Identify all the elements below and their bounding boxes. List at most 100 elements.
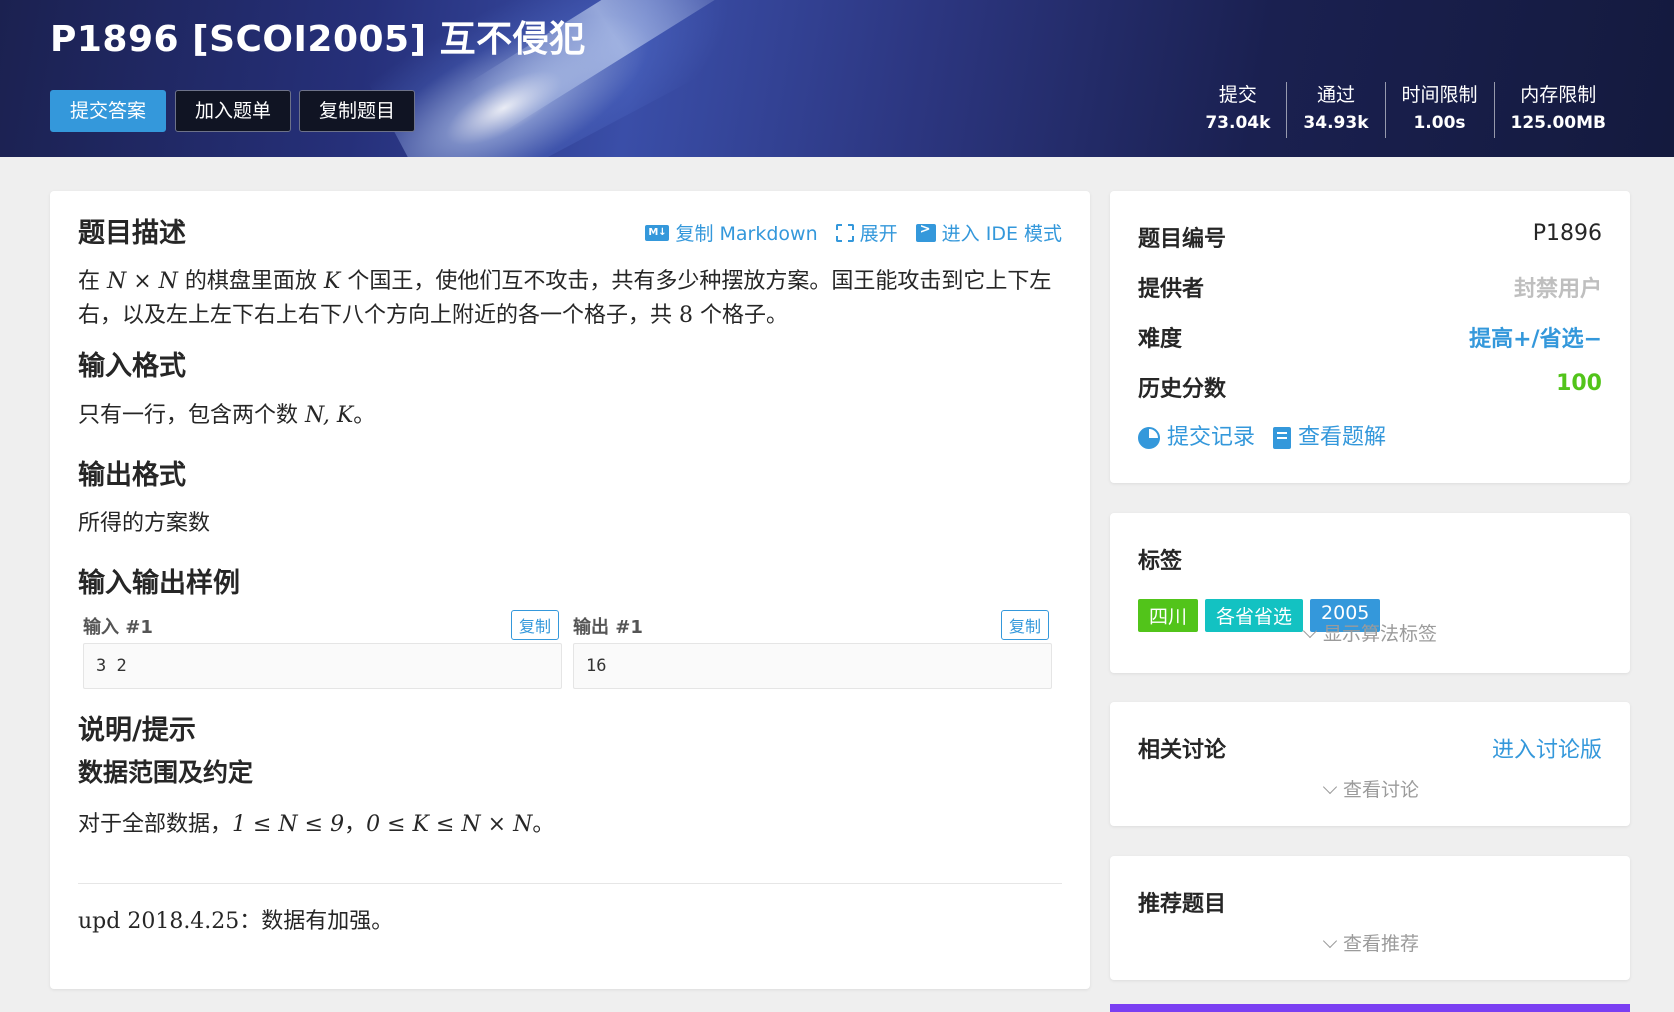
input-format-text: 只有一行，包含两个数 N, K。	[78, 399, 375, 433]
stat-value: 1.00s	[1413, 113, 1466, 133]
tags-heading: 标签	[1138, 549, 1183, 574]
text-run: 在	[78, 269, 107, 294]
math-expr: 0 ≤ K ≤ N × N	[366, 812, 533, 837]
copy-problem-button[interactable]: 复制题目	[299, 90, 415, 132]
problem-title: P1896 [SCOI2005] 互不侵犯	[50, 19, 586, 60]
copy-markdown-label: 复制 Markdown	[675, 223, 818, 245]
data-range-text: 对于全部数据，1 ≤ N ≤ 9，0 ≤ K ≤ N × N。	[78, 808, 554, 842]
terminal-icon	[915, 222, 936, 242]
text-run: ：数据有加强。	[239, 909, 394, 934]
info-links: 提交记录 查看题解	[1138, 419, 1386, 451]
history-score-label: 历史分数	[1138, 377, 1227, 402]
description-text: 在 N × N 的棋盘里面放 K 个国王，使他们互不攻击，共有多少种摆放方案。国…	[78, 265, 1068, 333]
markdown-icon: M↓	[645, 224, 670, 241]
chevron-down-icon	[1302, 623, 1318, 639]
chevron-down-icon	[1322, 779, 1338, 795]
problem-id-value: P1896	[1532, 221, 1602, 246]
text-run: 右，以及左上左下右上右下八个方向上附近的各一个格子，共	[78, 303, 679, 328]
recommend-heading: 推荐题目	[1138, 892, 1227, 917]
copy-sample-output-button[interactable]: 复制	[1001, 610, 1050, 640]
stat-accepted: 通过 34.93k	[1286, 82, 1384, 138]
ide-mode-label: 进入 IDE 模式	[941, 223, 1062, 245]
stat-label: 内存限制	[1520, 84, 1597, 106]
text-run: 对于全部数据，	[78, 812, 233, 837]
expand-button[interactable]: 展开	[835, 219, 898, 246]
math-var: N, K	[305, 403, 354, 428]
show-algorithm-tags-label: 显示算法标签	[1323, 623, 1438, 645]
expand-icon	[835, 223, 854, 242]
tag-sichuan[interactable]: 四川	[1138, 599, 1199, 632]
sample-input-box[interactable]: 3 2	[83, 643, 562, 689]
problem-info-card: 题目编号 P1896 提供者 封禁用户 难度 提高+/省选− 历史分数 100 …	[1110, 191, 1630, 483]
stat-submissions: 提交 73.04k	[1189, 82, 1286, 138]
difficulty-value[interactable]: 提高+/省选−	[1469, 321, 1602, 353]
math-var: N	[158, 269, 178, 294]
sample-output-box[interactable]: 16	[573, 643, 1052, 689]
math-num: 8	[679, 303, 693, 328]
output-format-text: 所得的方案数	[78, 511, 211, 536]
history-score-value: 100	[1556, 371, 1602, 396]
stat-value: 34.93k	[1303, 113, 1369, 133]
stat-label: 提交	[1218, 84, 1257, 106]
pie-chart-icon	[1138, 427, 1160, 449]
math-var: K	[323, 269, 341, 294]
header-banner: P1896 [SCOI2005] 互不侵犯 提交答案 加入题单 复制题目 提交 …	[0, 0, 1674, 157]
enter-discussion-link[interactable]: 进入讨论版	[1492, 732, 1602, 764]
add-to-list-button[interactable]: 加入题单	[175, 90, 291, 132]
book-icon	[1273, 427, 1292, 449]
view-recommend-label: 查看推荐	[1343, 933, 1420, 955]
math-expr: 1 ≤ N ≤ 9	[232, 812, 345, 837]
provider-value[interactable]: 封禁用户	[1514, 271, 1602, 303]
chevron-down-icon	[1322, 933, 1338, 949]
hint-heading: 说明/提示	[78, 715, 196, 746]
sample-output-label: 输出 #1	[573, 617, 643, 638]
provider-label: 提供者	[1138, 277, 1205, 302]
math-var: N	[107, 269, 127, 294]
sample-input-label: 输入 #1	[83, 617, 153, 638]
stat-value: 125.00MB	[1510, 113, 1606, 133]
submit-answer-button[interactable]: 提交答案	[50, 90, 166, 132]
text-run: ，	[344, 812, 367, 837]
ide-mode-button[interactable]: 进入 IDE 模式	[915, 219, 1062, 246]
bottom-purple-card-edge	[1110, 1004, 1630, 1012]
content-toolbar: M↓ 复制 Markdown 展开 进入 IDE 模式	[645, 219, 1062, 246]
description-heading: 题目描述	[78, 218, 186, 249]
stat-time-limit: 时间限制 1.00s	[1384, 82, 1494, 138]
stat-label: 通过	[1316, 84, 1355, 106]
expand-label: 展开	[859, 223, 898, 245]
tags-card: 标签 四川 各省省选 2005 显示算法标签	[1110, 513, 1630, 673]
difficulty-label: 难度	[1138, 327, 1183, 352]
stat-label: 时间限制	[1401, 84, 1478, 106]
text-run: 个格子。	[693, 303, 788, 328]
tag-provincial[interactable]: 各省省选	[1205, 599, 1304, 632]
text-run: 只有一行，包含两个数	[78, 403, 305, 428]
text-run: 。	[353, 403, 376, 428]
stat-value: 73.04k	[1205, 113, 1271, 133]
view-solutions-link[interactable]: 查看题解	[1273, 419, 1386, 451]
view-recommend-toggle[interactable]: 查看推荐	[1322, 929, 1420, 956]
text-run: 个国王，使他们互不攻击，共有多少种摆放方案。国王能攻击到它上下左	[340, 269, 1052, 294]
recommend-card: 推荐题目 查看推荐	[1110, 856, 1630, 980]
copy-sample-input-button[interactable]: 复制	[511, 610, 560, 640]
submission-records-link[interactable]: 提交记录	[1138, 419, 1255, 451]
text-run: upd 2018.4.25	[78, 909, 240, 934]
stat-memory-limit: 内存限制 125.00MB	[1493, 82, 1622, 138]
view-solutions-label: 查看题解	[1298, 425, 1387, 450]
problem-stats: 提交 73.04k 通过 34.93k 时间限制 1.00s 内存限制 125.…	[1189, 82, 1622, 138]
view-discussion-toggle[interactable]: 查看讨论	[1322, 775, 1420, 802]
show-algorithm-tags-toggle[interactable]: 显示算法标签	[1302, 619, 1438, 646]
text-run: 。	[532, 812, 555, 837]
submission-records-label: 提交记录	[1167, 425, 1256, 450]
content-divider	[78, 883, 1062, 884]
text-run: 的棋盘里面放	[177, 269, 324, 294]
math-op: ×	[126, 269, 159, 294]
data-range-heading: 数据范围及约定	[78, 758, 254, 787]
samples-heading: 输入输出样例	[78, 568, 240, 599]
discussion-heading: 相关讨论	[1138, 738, 1227, 763]
discussion-card: 相关讨论 进入讨论版 查看讨论	[1110, 702, 1630, 826]
output-format-heading: 输出格式	[78, 460, 186, 491]
update-note: upd 2018.4.25：数据有加强。	[78, 905, 393, 939]
problem-id-label: 题目编号	[1138, 227, 1227, 252]
copy-markdown-button[interactable]: M↓ 复制 Markdown	[645, 219, 818, 246]
view-discussion-label: 查看讨论	[1343, 779, 1420, 801]
